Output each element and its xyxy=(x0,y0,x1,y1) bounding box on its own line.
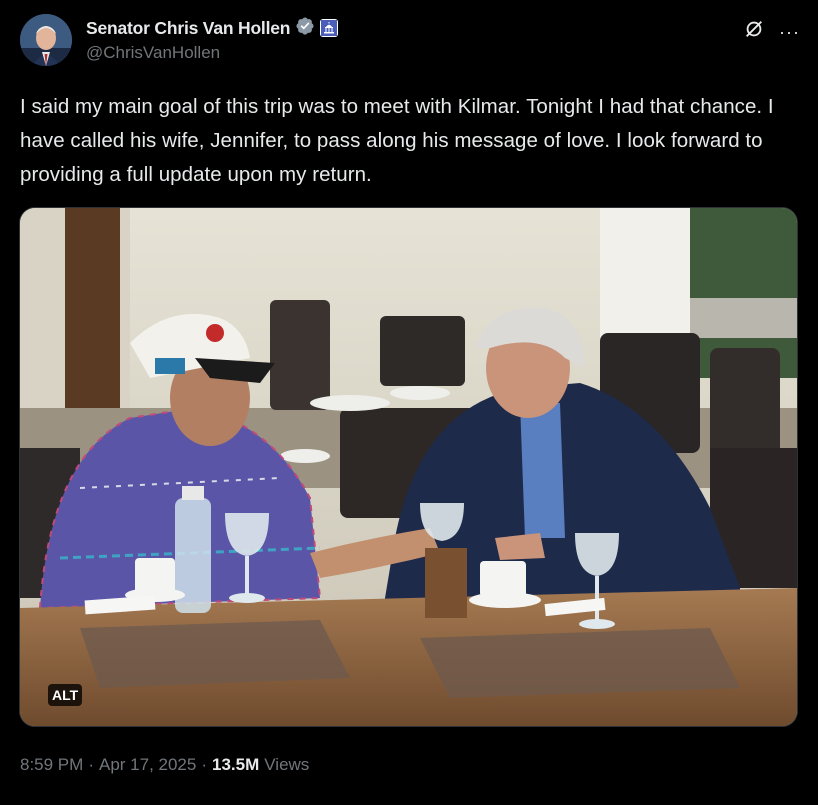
display-name[interactable]: Senator Chris Van Hollen xyxy=(86,18,290,39)
tweet-date[interactable]: Apr 17, 2025 xyxy=(99,755,196,775)
tweet-meta: 8:59 PM · Apr 17, 2025 · 13.5M Views xyxy=(20,755,309,775)
views-label[interactable]: Views xyxy=(264,755,309,775)
tweet-header: Senator Chris Van Hollen @ChrisVanHollen… xyxy=(20,12,800,72)
verified-badge-icon[interactable] xyxy=(295,16,315,41)
more-options-button[interactable]: ··· xyxy=(779,23,800,41)
tweet-photo[interactable] xyxy=(19,207,798,727)
tweet-text: I said my main goal of this trip was to … xyxy=(20,95,774,186)
avatar[interactable] xyxy=(20,14,72,66)
views-count[interactable]: 13.5M xyxy=(212,755,259,775)
meta-separator: · xyxy=(201,755,208,774)
grok-icon[interactable] xyxy=(743,18,765,45)
tweet-time[interactable]: 8:59 PM xyxy=(20,755,83,775)
alt-text-badge[interactable]: ALT xyxy=(48,684,83,706)
capitol-affiliation-icon[interactable] xyxy=(320,19,339,37)
handle[interactable]: @ChrisVanHollen xyxy=(86,43,338,63)
meta-separator: · xyxy=(88,755,94,774)
